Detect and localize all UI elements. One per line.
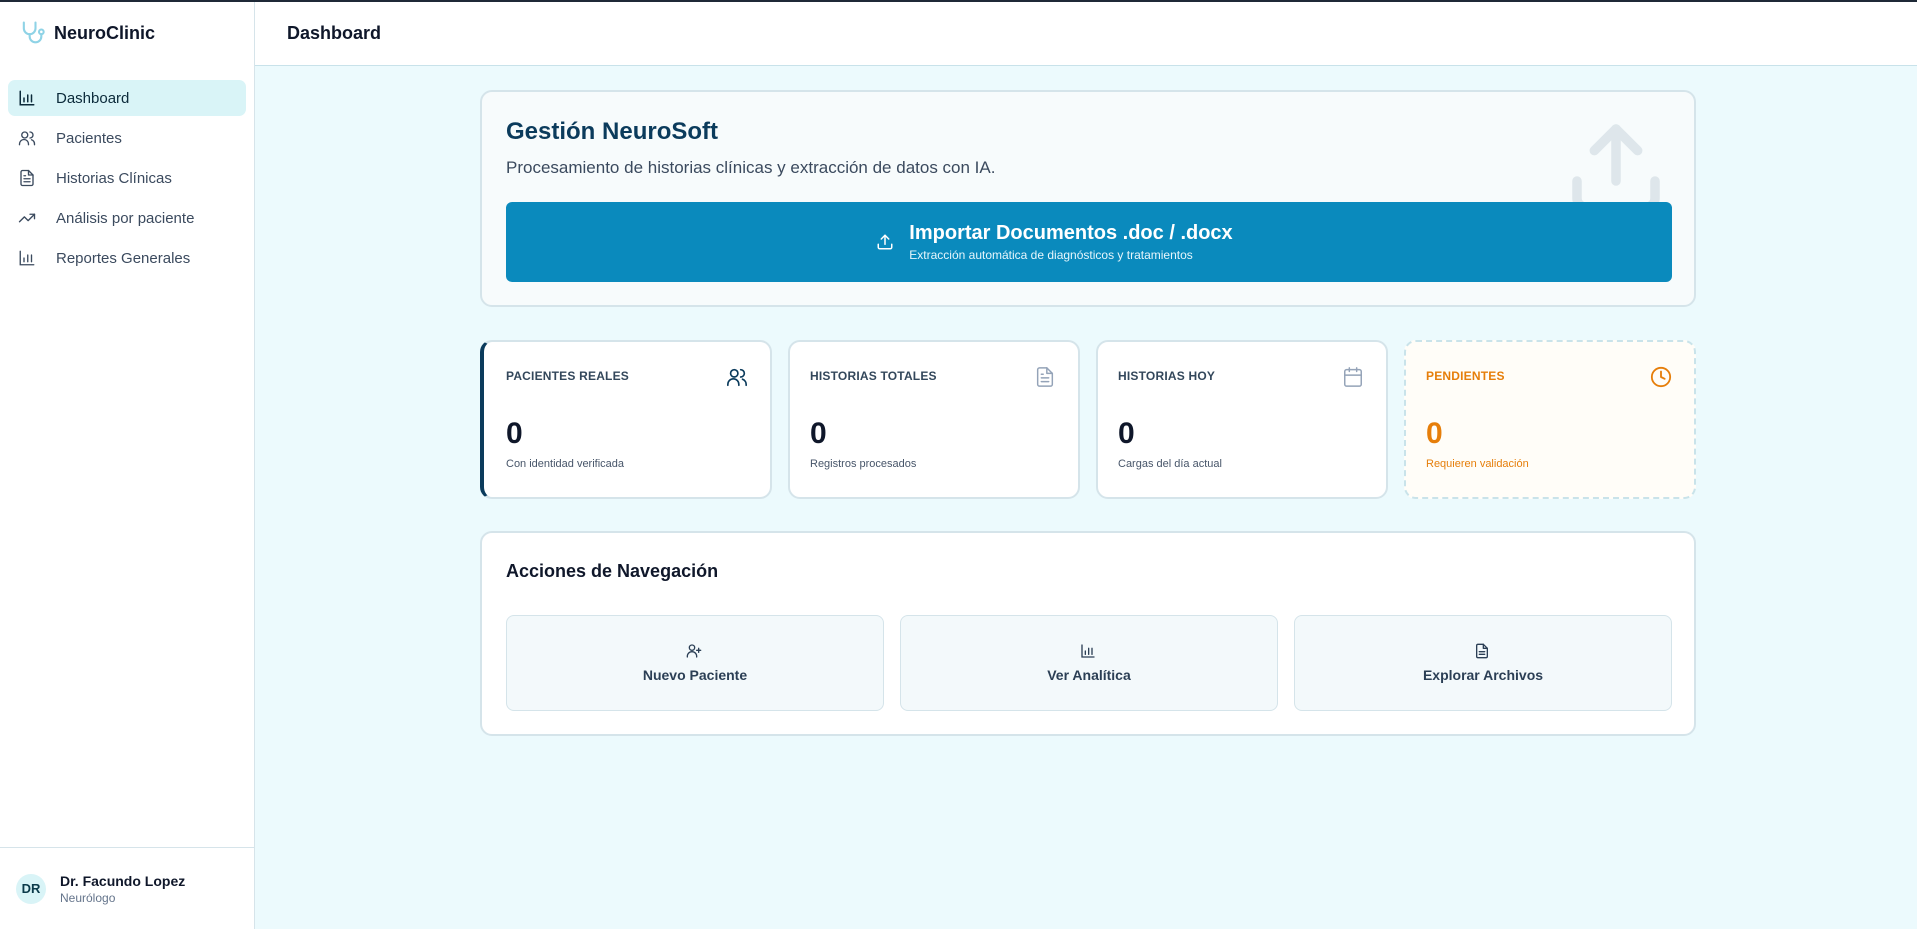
stat-label: PACIENTES REALES xyxy=(506,369,629,383)
calendar-icon xyxy=(1342,366,1364,388)
import-documents-button[interactable]: Importar Documentos .doc / .docx Extracc… xyxy=(506,202,1672,282)
stat-label: PENDIENTES xyxy=(1426,369,1505,383)
sidebar-item-historias-clinicas[interactable]: Historias Clínicas xyxy=(8,160,246,196)
sidebar-item-pacientes[interactable]: Pacientes xyxy=(8,120,246,156)
user-plus-icon xyxy=(686,643,704,661)
sidebar-item-label: Dashboard xyxy=(56,89,130,107)
sidebar-item-label: Reportes Generales xyxy=(56,249,191,267)
stat-value: 0 xyxy=(1118,417,1135,450)
navigation-actions-card: Acciones de Navegación Nuevo Paciente Ve… xyxy=(480,531,1696,736)
hero-title: Gestión NeuroSoft xyxy=(506,118,719,145)
bar-chart-icon xyxy=(1080,643,1098,661)
trending-up-icon xyxy=(17,208,37,228)
stat-card-pacientes-reales: PACIENTES REALES 0 Con identidad verific… xyxy=(480,340,772,499)
bar-chart-icon xyxy=(17,88,37,108)
import-button-text: Importar Documentos .doc / .docx Extracc… xyxy=(909,222,1232,262)
view-analytics-button[interactable]: Ver Analítica xyxy=(900,615,1278,711)
brand[interactable]: NeuroClinic xyxy=(0,2,254,64)
user-info: Dr. Facundo Lopez Neurólogo xyxy=(60,873,185,905)
stat-label: HISTORIAS HOY xyxy=(1118,369,1216,383)
stat-card-pendientes: PENDIENTES 0 Requieren validación xyxy=(1404,340,1696,499)
sidebar-item-label: Pacientes xyxy=(56,129,122,147)
users-icon xyxy=(17,128,37,148)
hero-card: Gestión NeuroSoft Procesamiento de histo… xyxy=(480,90,1696,307)
stat-value: 0 xyxy=(810,417,827,450)
stat-note: Cargas del día actual xyxy=(1118,458,1222,470)
upload-icon xyxy=(875,232,895,252)
page-title: Dashboard xyxy=(287,23,382,43)
action-label: Explorar Archivos xyxy=(1422,667,1544,683)
sidebar-item-reportes-generales[interactable]: Reportes Generales xyxy=(8,240,246,276)
stat-note: Registros procesados xyxy=(810,458,917,470)
new-patient-button[interactable]: Nuevo Paciente xyxy=(506,615,884,711)
users-icon xyxy=(726,366,748,388)
clock-icon xyxy=(1650,366,1672,388)
file-text-icon xyxy=(1034,366,1056,388)
explore-files-button[interactable]: Explorar Archivos xyxy=(1294,615,1672,711)
file-text-icon xyxy=(1474,643,1492,661)
avatar: DR xyxy=(16,873,46,904)
user-name: Dr. Facundo Lopez xyxy=(60,872,186,889)
action-label: Ver Analítica xyxy=(1047,667,1131,683)
stat-value: 0 xyxy=(506,417,523,450)
sidebar-item-label: Historias Clínicas xyxy=(56,169,172,187)
sidebar-item-analisis-por-paciente[interactable]: Análisis por paciente xyxy=(8,200,246,236)
sidebar: NeuroClinic Dashboard Pacientes Historia… xyxy=(0,2,255,929)
stat-card-historias-totales: HISTORIAS TOTALES 0 Registros procesados xyxy=(788,340,1080,499)
import-button-subtitle: Extracción automática de diagnósticos y … xyxy=(909,248,1193,262)
bar-chart-icon xyxy=(17,248,37,268)
action-label: Nuevo Paciente xyxy=(642,667,748,683)
hero-subtitle: Procesamiento de historias clínicas y ex… xyxy=(506,158,996,177)
stat-label: HISTORIAS TOTALES xyxy=(810,369,937,383)
stat-value: 0 xyxy=(1426,417,1443,450)
sidebar-nav: Dashboard Pacientes Historias Clínicas A… xyxy=(0,80,254,276)
actions-title: Acciones de Navegación xyxy=(506,561,719,581)
sidebar-item-label: Análisis por paciente xyxy=(56,209,195,227)
sidebar-item-dashboard[interactable]: Dashboard xyxy=(8,80,246,116)
stethoscope-icon xyxy=(16,17,48,49)
top-header: Dashboard xyxy=(255,2,1917,66)
app-name: NeuroClinic xyxy=(54,22,156,43)
stat-note: Requieren validación xyxy=(1426,458,1529,470)
stat-note: Con identidad verificada xyxy=(506,458,625,470)
import-button-content: Importar Documentos .doc / .docx Extracc… xyxy=(875,222,1233,262)
import-button-title: Importar Documentos .doc / .docx xyxy=(909,222,1233,244)
stat-card-historias-hoy: HISTORIAS HOY 0 Cargas del día actual xyxy=(1096,340,1388,499)
file-text-icon xyxy=(17,168,37,188)
user-profile[interactable]: DR Dr. Facundo Lopez Neurólogo xyxy=(0,847,255,929)
user-role: Neurólogo xyxy=(60,890,116,905)
